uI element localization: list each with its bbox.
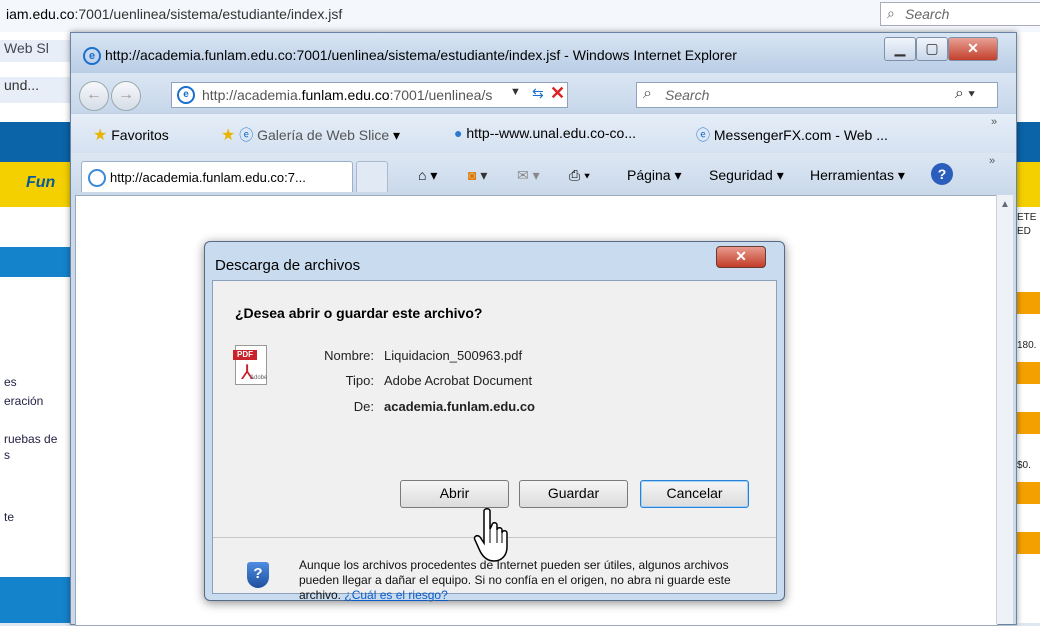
new-tab-button[interactable]	[356, 161, 388, 192]
background-left-page: Web Sl und... Fun es eración ruebas de s…	[0, 32, 74, 623]
search-placeholder: Search	[665, 87, 710, 103]
background-brand-text: Fun	[26, 174, 56, 191]
forward-button[interactable]: →	[111, 81, 141, 111]
refresh-icon[interactable]: ⇆	[532, 85, 544, 102]
save-button[interactable]: Guardar	[519, 480, 628, 508]
background-menu-label: te	[4, 510, 15, 524]
globe-icon: ●	[454, 125, 463, 141]
page-menu[interactable]: Página ▾	[627, 167, 682, 184]
favorites-item-unal[interactable]: ● http--www.unal.edu.co-co...	[454, 125, 636, 141]
background-right-label: 180.	[1017, 340, 1037, 351]
back-button[interactable]: ←	[79, 81, 109, 111]
ie-logo-icon: e	[83, 47, 101, 65]
background-orange-row	[1015, 412, 1040, 434]
favorites-item-web-slice[interactable]: ★ ⓔ Galería de Web Slice ▾	[221, 125, 400, 145]
favorites-item-messengerfx[interactable]: ⓔ MessengerFX.com - Web ...	[696, 125, 888, 145]
feeds-icon[interactable]: ◙ ▾	[468, 167, 487, 184]
tab-title: http://academia.funlam.edu.co:7...	[110, 170, 306, 185]
favorites-bar: ★ Favoritos ★ ⓔ Galería de Web Slice ▾ ●…	[71, 113, 1016, 154]
from-label: De:	[353, 399, 374, 414]
tools-menu[interactable]: Herramientas ▾	[810, 167, 905, 184]
hand-cursor-icon	[473, 508, 508, 562]
chevron-more-icon[interactable]: »	[991, 116, 997, 128]
address-dropdown-icon[interactable]: ▼	[510, 86, 521, 98]
scroll-up-icon[interactable]: ▲	[1000, 199, 1010, 210]
file-source-value: academia.funlam.edu.co	[384, 399, 535, 414]
background-menu-label: ruebas de	[4, 432, 58, 446]
dialog-close-button[interactable]: ✕	[716, 246, 766, 268]
maximize-button[interactable]: ▢	[916, 37, 948, 61]
background-menu-label: s	[4, 448, 10, 462]
home-icon[interactable]: ⌂ ▾	[418, 167, 437, 184]
ie-title-bar[interactable]: e http://academia.funlam.edu.co:7001/uen…	[71, 33, 1016, 73]
close-window-button[interactable]: ✕	[948, 37, 998, 61]
ie-window-title: http://academia.funlam.edu.co:7001/uenli…	[105, 47, 737, 63]
background-menu-label: es	[4, 375, 17, 389]
background-stripe	[0, 247, 70, 277]
search-go-icon[interactable]: ⌕ ▾	[955, 85, 975, 103]
background-search-box: ⌕ Search	[880, 2, 1040, 26]
background-blue-band	[1015, 122, 1040, 162]
tab-bar: http://academia.funlam.edu.co:7... ⌂ ▾ ◙…	[71, 153, 1016, 195]
mail-icon[interactable]: ✉ ▾	[517, 167, 540, 184]
stop-icon[interactable]: ✕	[550, 83, 565, 104]
background-right-page: ETE . ED 180. $0.	[1015, 32, 1040, 623]
background-bottom-band	[0, 577, 70, 623]
dialog-title: Descarga de archivos	[215, 257, 361, 274]
background-brand-band: Fun	[0, 162, 70, 207]
background-tab-web-slice: Web Sl	[0, 40, 74, 62]
vertical-scrollbar[interactable]: ▲	[996, 195, 1013, 624]
background-search-placeholder: Search	[905, 6, 950, 22]
favorites-item-label: Galería de Web Slice	[257, 127, 390, 143]
add-favorite-icon: ★	[221, 127, 236, 144]
favorites-item-label: http--www.unal.edu.co-co...	[466, 125, 636, 141]
favorites-button[interactable]: ★ Favoritos	[93, 125, 169, 145]
background-brand-band	[1015, 162, 1040, 207]
background-right-label: ED	[1017, 226, 1031, 237]
warning-text: Aunque los archivos procedentes de Inter…	[299, 558, 759, 603]
acrobat-icon: ⅄	[241, 362, 254, 384]
background-url: iam.edu.co:7001/uenlinea/sistema/estudia…	[6, 6, 343, 22]
address-url: http://academia.funlam.edu.co:7001/uenli…	[202, 87, 493, 103]
favorites-item-label: MessengerFX.com - Web ...	[713, 127, 888, 143]
dialog-question: ¿Desea abrir o guardar este archivo?	[235, 305, 483, 321]
page-menu-label: Página	[627, 167, 671, 183]
background-menu-label: eración	[4, 394, 44, 408]
help-icon[interactable]: ?	[931, 163, 953, 185]
star-icon: ★	[93, 127, 108, 144]
security-menu-label: Seguridad	[709, 167, 773, 183]
search-input[interactable]: ⌕ Search ⌕ ▾	[636, 82, 998, 108]
file-name-value: Liquidacion_500963.pdf	[384, 348, 523, 363]
print-icon[interactable]: ⎙ ▾	[569, 167, 590, 184]
security-menu[interactable]: Seguridad ▾	[709, 167, 784, 184]
background-orange-row	[1015, 482, 1040, 504]
background-blue-band	[0, 122, 70, 162]
minimize-button[interactable]: ▁	[884, 37, 916, 61]
background-address-bar: iam.edu.co:7001/uenlinea/sistema/estudia…	[0, 0, 1040, 33]
ie-navigation-bar: ← → e http://academia.funlam.edu.co:7001…	[71, 73, 1016, 113]
risk-link[interactable]: ¿Cuál es el riesgo?	[344, 588, 447, 602]
background-orange-row	[1015, 292, 1040, 314]
favorites-label: Favoritos	[111, 127, 169, 143]
background-tab-und: und...	[0, 77, 74, 103]
search-icon: ⌕	[887, 5, 895, 21]
cancel-button[interactable]: Cancelar	[640, 480, 749, 508]
tools-menu-label: Herramientas	[810, 167, 895, 183]
background-orange-row	[1015, 362, 1040, 384]
address-bar[interactable]: e http://academia.funlam.edu.co:7001/uen…	[171, 82, 568, 108]
search-icon: ⌕	[643, 85, 652, 102]
name-label: Nombre:	[324, 348, 374, 363]
page-icon: e	[177, 86, 195, 104]
background-orange-row	[1015, 532, 1040, 554]
background-right-label: $0.	[1017, 460, 1031, 471]
ie-page-icon: ⓔ	[239, 127, 254, 143]
loading-icon	[88, 169, 106, 187]
shield-icon: ?	[247, 562, 269, 588]
type-label: Tipo:	[345, 373, 374, 388]
tab-active[interactable]: http://academia.funlam.edu.co:7...	[81, 161, 353, 192]
ie-page-icon: ⓔ	[696, 127, 710, 143]
open-button[interactable]: Abrir	[400, 480, 509, 508]
chevron-more-icon[interactable]: »	[989, 155, 995, 167]
file-type-value: Adobe Acrobat Document	[384, 373, 533, 388]
